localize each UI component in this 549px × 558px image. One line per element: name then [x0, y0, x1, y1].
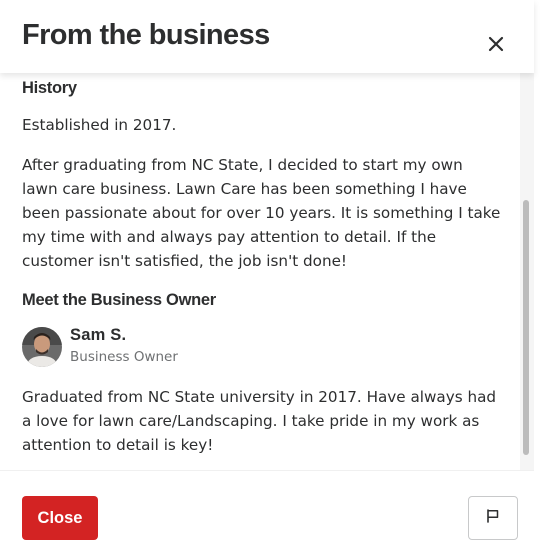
flag-icon	[485, 508, 501, 529]
owner-heading: Meet the Business Owner	[22, 291, 216, 309]
avatar	[22, 327, 62, 367]
report-button[interactable]	[468, 496, 518, 540]
close-icon[interactable]	[484, 32, 508, 56]
close-button[interactable]: Close	[22, 496, 98, 540]
owner-name: Sam S.	[70, 326, 127, 344]
business-info-modal: From the business History Established in…	[0, 0, 549, 558]
modal-title: From the business	[22, 19, 270, 51]
history-description: After graduating from NC State, I decide…	[22, 156, 501, 270]
scrollbar-thumb[interactable]	[523, 200, 529, 455]
history-heading: History	[22, 79, 77, 97]
footer-divider	[0, 470, 534, 471]
established-text: Established in 2017.	[22, 116, 177, 134]
modal-header: From the business	[0, 0, 534, 73]
owner-role: Business Owner	[70, 349, 178, 365]
owner-bio: Graduated from NC State university in 20…	[22, 388, 497, 454]
modal-content[interactable]: History Established in 2017. After gradu…	[0, 73, 520, 470]
